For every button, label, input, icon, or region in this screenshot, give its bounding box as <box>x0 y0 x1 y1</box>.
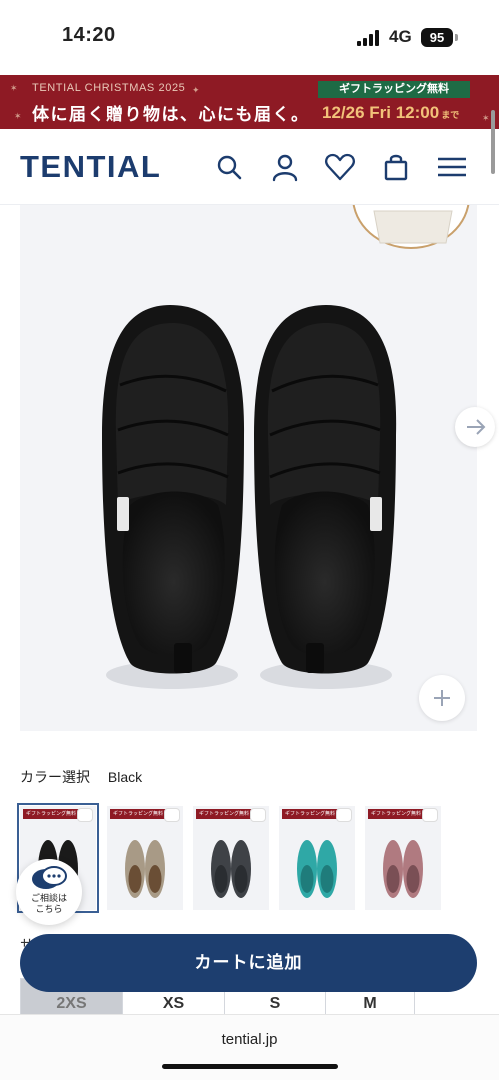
promo-banner[interactable]: ✶ ✶ ✦ ✶ TENTIAL CHRISTMAS 2025 体に届く贈り物は、… <box>0 75 499 129</box>
color-swatch[interactable]: ギフトラッピング無料 <box>279 806 355 910</box>
sparkle-icon: ✶ <box>10 83 18 93</box>
swatch-gift-tag: ギフトラッピング無料 <box>368 809 424 819</box>
swatch-gift-tag: ギフトラッピング無料 <box>196 809 252 819</box>
search-icon[interactable] <box>213 151 245 183</box>
gift-bag-icon <box>164 808 180 822</box>
gift-bag-icon <box>77 808 93 822</box>
menu-icon[interactable] <box>436 151 468 183</box>
sparkle-icon: ✦ <box>192 85 200 95</box>
gift-bag-icon <box>336 808 352 822</box>
url-text: tential.jp <box>221 1031 278 1048</box>
selected-color-name: Black <box>107 769 143 785</box>
network-type: 4G <box>389 27 412 46</box>
swatch-gift-tag: ギフトラッピング無料 <box>110 809 166 819</box>
chat-support-button[interactable]: ご相談は こちら <box>16 859 82 925</box>
sparkle-icon: ✶ <box>482 113 490 123</box>
chat-label: ご相談は こちら <box>16 893 82 915</box>
arrow-right-icon <box>467 419 486 435</box>
site-header: TENTIAL <box>0 129 499 205</box>
plus-icon <box>434 690 450 706</box>
gift-bag-icon <box>422 808 438 822</box>
color-swatch-list: ギフトラッピング無料 ギフトラッピング無料 ギフトラッピング無料 ギフトラッピング無料… <box>17 803 480 913</box>
browser-url-bar[interactable]: tential.jp <box>0 1014 499 1080</box>
color-select-heading: カラー選択 Black <box>20 767 142 787</box>
banner-deadline: 12/26 Fri 12:00 まで <box>322 103 459 123</box>
swatch-gift-tag: ギフトラッピング無料 <box>23 809 79 819</box>
gift-bag-thumbnail <box>352 205 470 249</box>
gallery-next-button[interactable] <box>455 407 495 447</box>
sparkle-icon: ✶ <box>14 111 22 121</box>
account-icon[interactable] <box>269 151 301 183</box>
zoom-button[interactable] <box>419 675 465 721</box>
scrollbar[interactable] <box>491 110 495 174</box>
swatch-gift-tag: ギフトラッピング無料 <box>282 809 338 819</box>
slipper-pair-image <box>102 305 397 689</box>
chat-label-line1: ご相談は <box>30 893 67 903</box>
battery-tip <box>455 34 458 41</box>
favorite-icon[interactable] <box>324 151 356 183</box>
status-bar: 14:20 4G 95 <box>0 0 499 75</box>
deadline-suffix: まで <box>441 110 460 120</box>
home-indicator[interactable] <box>162 1064 338 1069</box>
color-swatch[interactable]: ギフトラッピング無料 <box>365 806 441 910</box>
chat-label-line2: こちら <box>35 904 63 914</box>
banner-subtitle: TENTIAL CHRISTMAS 2025 <box>32 82 186 94</box>
deadline-date: 12/26 Fri 12:00 <box>322 103 440 122</box>
signal-icon <box>357 30 383 46</box>
add-to-cart-button[interactable]: カートに追加 <box>20 934 477 992</box>
gift-wrapping-badge: ギフトラッピング無料 <box>318 81 470 98</box>
color-select-label: カラー選択 <box>20 769 90 785</box>
color-swatch[interactable]: ギフトラッピング無料 <box>193 806 269 910</box>
site-logo[interactable]: TENTIAL <box>20 149 161 185</box>
product-image[interactable] <box>20 205 477 731</box>
banner-headline: 体に届く贈り物は、心にも届く。 <box>32 105 310 124</box>
chat-bubble-icon <box>32 866 67 889</box>
color-swatch[interactable]: ギフトラッピング無料 <box>107 806 183 910</box>
gift-bag-icon <box>250 808 266 822</box>
status-time: 14:20 <box>62 24 116 46</box>
cart-icon[interactable] <box>380 151 412 183</box>
battery-icon: 95 <box>421 28 453 47</box>
